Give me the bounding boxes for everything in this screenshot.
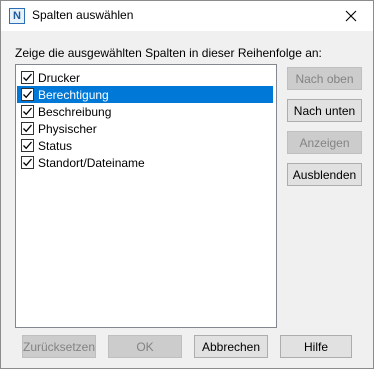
checkmark-icon — [23, 90, 32, 99]
cancel-button[interactable]: Abbrechen — [194, 335, 268, 358]
list-item[interactable]: Beschreibung — [17, 103, 273, 120]
checkbox[interactable] — [21, 105, 34, 118]
list-item[interactable]: Berechtigung — [17, 86, 273, 103]
list-item-label: Physischer — [38, 121, 97, 136]
list-item[interactable]: Status — [17, 137, 273, 154]
checkbox[interactable] — [21, 71, 34, 84]
checkmark-icon — [23, 124, 32, 133]
checkbox[interactable] — [21, 139, 34, 152]
list-item-label: Drucker — [38, 70, 81, 85]
list-item[interactable]: Standort/Dateiname — [17, 154, 273, 171]
ok-button[interactable]: OK — [108, 335, 182, 358]
help-button[interactable]: Hilfe — [280, 335, 352, 358]
window-title: Spalten auswählen — [32, 8, 134, 22]
show-button[interactable]: Anzeigen — [287, 131, 362, 154]
reset-button[interactable]: Zurücksetzen — [22, 335, 96, 358]
move-down-button[interactable]: Nach unten — [287, 99, 362, 122]
select-columns-dialog: N Spalten auswählen Zeige die ausgewählt… — [0, 0, 374, 369]
close-icon — [345, 10, 356, 22]
columns-listbox[interactable]: Drucker Berechtigung Beschreibung Physis… — [15, 64, 277, 328]
close-button[interactable] — [328, 1, 373, 31]
hide-button[interactable]: Ausblenden — [287, 163, 362, 186]
list-item[interactable]: Drucker — [17, 69, 273, 86]
checkmark-icon — [23, 158, 32, 167]
checkbox[interactable] — [21, 88, 34, 101]
list-item-label: Status — [38, 138, 73, 153]
list-item[interactable]: Physischer — [17, 120, 273, 137]
list-item-label: Beschreibung — [38, 104, 112, 119]
instruction-label: Zeige die ausgewählten Spalten in dieser… — [15, 46, 322, 60]
checkbox[interactable] — [21, 156, 34, 169]
checkmark-icon — [23, 141, 32, 150]
move-up-button[interactable]: Nach oben — [287, 67, 362, 90]
checkmark-icon — [23, 73, 32, 82]
checkmark-icon — [23, 107, 32, 116]
title-bar: N Spalten auswählen — [1, 1, 373, 31]
list-item-label: Berechtigung — [38, 87, 109, 102]
list-item-label: Standort/Dateiname — [38, 155, 145, 170]
app-icon: N — [9, 8, 25, 24]
checkbox[interactable] — [21, 122, 34, 135]
